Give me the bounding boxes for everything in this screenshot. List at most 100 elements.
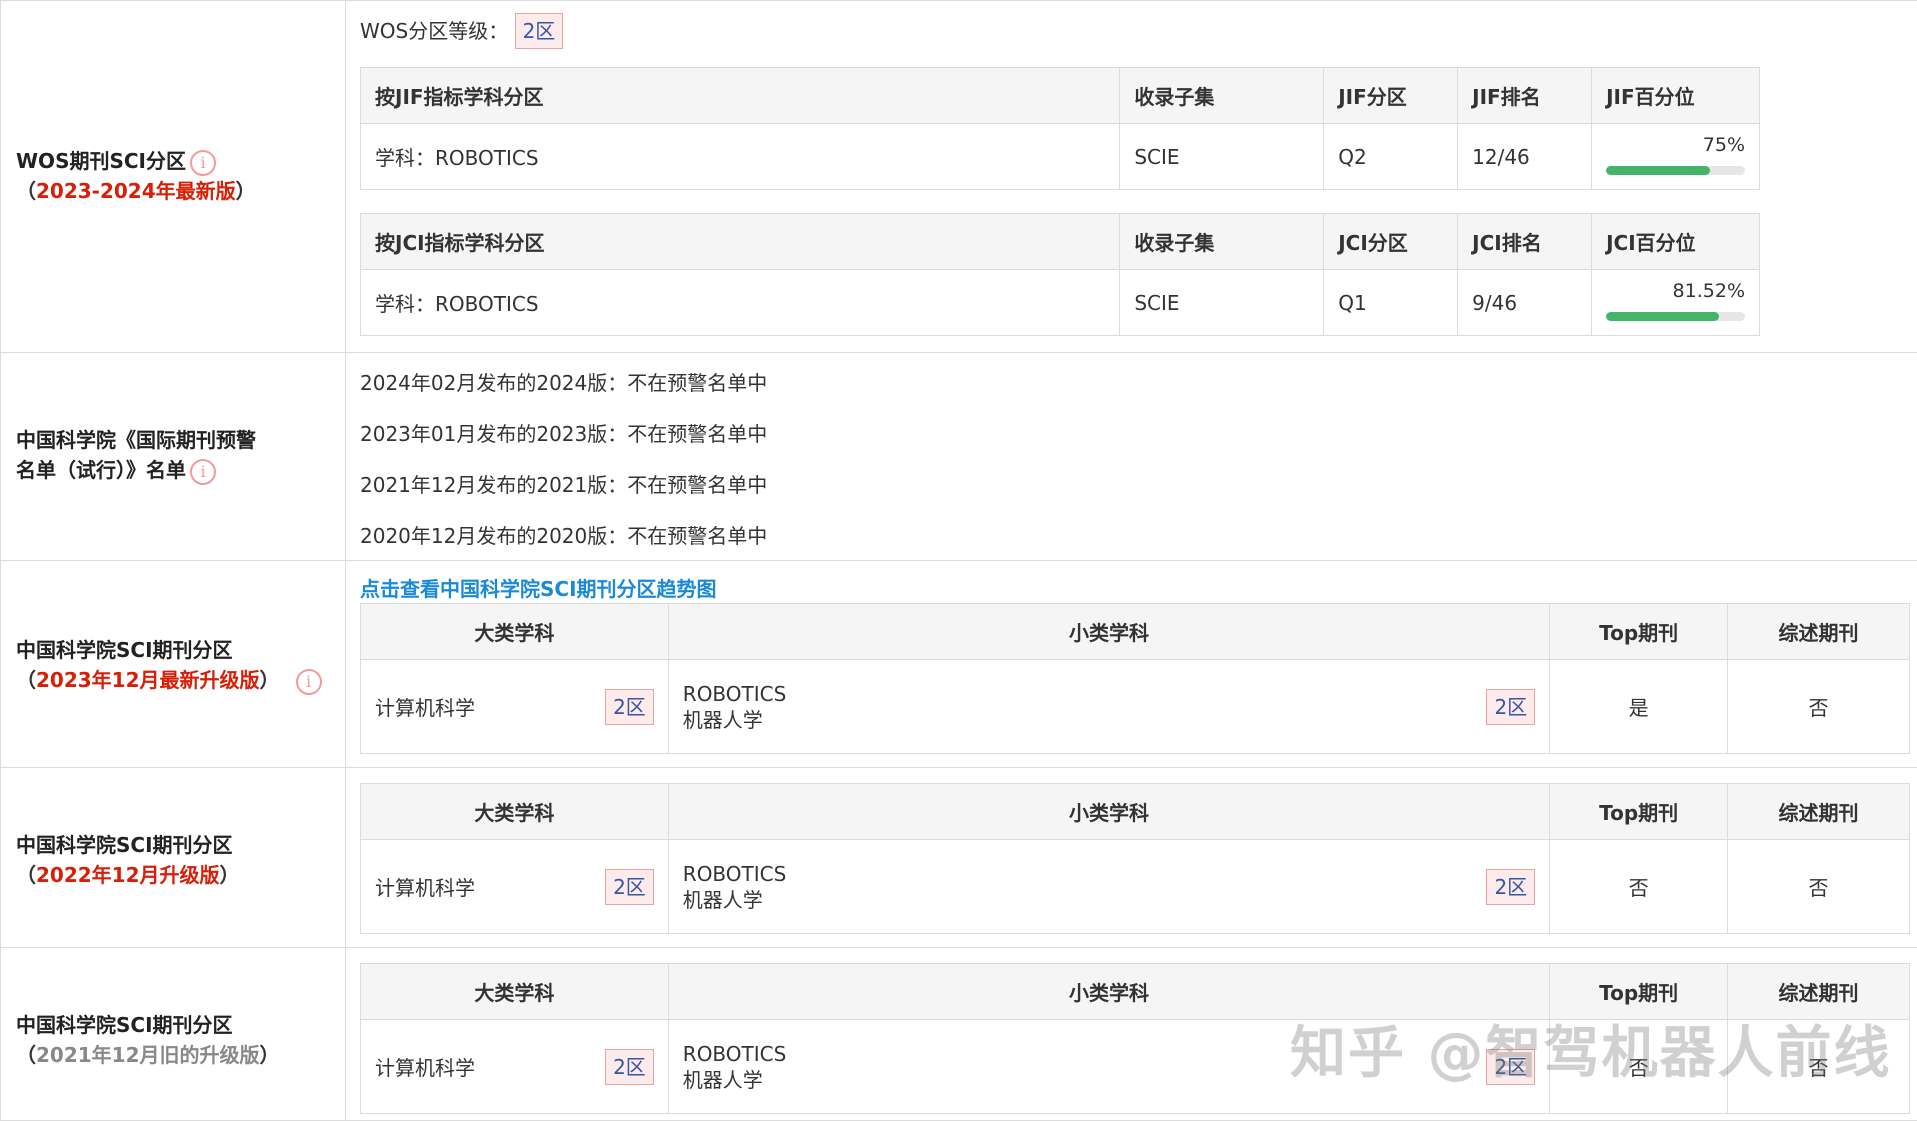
cas-2021-table: 大类学科 小类学科 Top期刊 综述期刊 计算机科学 2区 ROBOTICS 机器人… <box>360 963 1910 1114</box>
review-value: 否 <box>1727 1019 1910 1114</box>
header-top: Top期刊 <box>1549 963 1729 1020</box>
jci-percentile-bar <box>1606 312 1745 321</box>
header-review: 综述期刊 <box>1727 963 1910 1020</box>
major-subject: 计算机科学 <box>375 876 475 900</box>
warning-content: 2024年02月发布的2024版：不在预警名单中 2023年01月发布的2023… <box>360 353 1917 560</box>
cas-2022-label: 中国科学院SCI期刊分区 （2022年12月升级版） <box>16 833 240 887</box>
jci-percentile-value: 81.52% <box>1672 280 1745 302</box>
jci-subset: SCIE <box>1119 269 1325 336</box>
jif-quartile: Q2 <box>1323 123 1459 190</box>
jif-percentile-value: 75% <box>1702 134 1745 156</box>
wos-content: WOS分区等级： 2区 按JIF指标学科分区 收录子集 JIF分区 JIF排名 … <box>359 1 1917 352</box>
minor-zone-badge: 2区 <box>1486 868 1536 905</box>
cas-2022-version: 2022年12月升级版 <box>36 863 220 887</box>
minor-subject-en: ROBOTICS <box>682 861 787 886</box>
jif-header-quartile: JIF分区 <box>1323 67 1459 124</box>
header-minor: 小类学科 <box>667 963 1551 1020</box>
cas-2021-label-text: 中国科学院SCI期刊分区 <box>16 1013 233 1037</box>
jci-table: 按JCI指标学科分区 收录子集 JCI分区 JCI排名 JCI百分位 学科：RO… <box>359 213 1760 336</box>
cas-2023-content: 点击查看中国科学院SCI期刊分区趋势图 大类学科 小类学科 Top期刊 综述期刊… <box>360 561 1917 767</box>
warning-row: 中国科学院《国际期刊预警 名单（试行）》名单 i 2024年02月发布的2024版… <box>0 352 1917 560</box>
major-cell: 计算机科学 2区 <box>360 1019 669 1114</box>
jif-percentile-cell: 75% <box>1591 123 1760 190</box>
header-review: 综述期刊 <box>1727 603 1910 660</box>
major-subject: 计算机科学 <box>375 696 475 720</box>
header-minor: 小类学科 <box>667 783 1551 840</box>
minor-cell: ROBOTICS 机器人学 2区 <box>667 659 1551 754</box>
major-zone-badge: 2区 <box>605 868 654 905</box>
cas-2023-version: 2023年12月最新升级版 <box>36 668 260 692</box>
cas-trend-link[interactable]: 点击查看中国科学院SCI期刊分区趋势图 <box>360 573 717 602</box>
warning-item: 2020年12月发布的2020版：不在预警名单中 <box>360 524 768 548</box>
cas-2021-version: 2021年12月旧的升级版 <box>36 1043 260 1067</box>
header-review: 综述期刊 <box>1727 783 1910 840</box>
header-major: 大类学科 <box>360 963 669 1020</box>
jif-table: 按JIF指标学科分区 收录子集 JIF分区 JIF排名 JIF百分位 学科：RO… <box>359 67 1760 190</box>
warning-label-line2: 名单（试行）》名单 <box>16 458 186 482</box>
warning-label: 中国科学院《国际期刊预警 名单（试行）》名单 i <box>16 425 256 485</box>
wos-grade: WOS分区等级： 2区 <box>360 13 564 49</box>
jif-subset: SCIE <box>1119 123 1325 190</box>
header-top: Top期刊 <box>1549 603 1729 660</box>
cas-2022-row: 中国科学院SCI期刊分区 （2022年12月升级版） 大类学科 小类学科 Top… <box>0 767 1917 947</box>
wos-grade-label: WOS分区等级： <box>360 19 509 43</box>
cas-2022-label-cell: 中国科学院SCI期刊分区 （2022年12月升级版） <box>0 768 346 947</box>
header-top: Top期刊 <box>1549 783 1729 840</box>
minor-subject-en: ROBOTICS <box>682 681 787 706</box>
warning-item: 2023年01月发布的2023版：不在预警名单中 <box>360 422 768 446</box>
minor-zone-badge: 2区 <box>1486 688 1536 725</box>
jci-subject: 学科：ROBOTICS <box>359 269 1121 336</box>
warning-label-cell: 中国科学院《国际期刊预警 名单（试行）》名单 i <box>0 353 346 560</box>
cas-2023-row: 中国科学院SCI期刊分区 （2023年12月最新升级版） i 点击查看中国科学院S… <box>0 560 1917 767</box>
top-value: 否 <box>1549 839 1729 934</box>
jci-header-subject: 按JCI指标学科分区 <box>359 213 1121 270</box>
header-major: 大类学科 <box>360 603 669 660</box>
wos-label-text: WOS期刊SCI分区 <box>16 149 186 173</box>
jci-header-subset: 收录子集 <box>1119 213 1325 270</box>
top-value: 否 <box>1549 1019 1729 1114</box>
info-icon[interactable]: i <box>295 668 322 695</box>
cas-2023-label-cell: 中国科学院SCI期刊分区 （2023年12月最新升级版） i <box>0 561 346 767</box>
cas-2023-label: 中国科学院SCI期刊分区 （2023年12月最新升级版） i <box>16 635 322 695</box>
jif-header-subset: 收录子集 <box>1119 67 1325 124</box>
wos-grade-badge: 2区 <box>514 13 564 49</box>
minor-cell: ROBOTICS 机器人学 2区 <box>667 1019 1551 1114</box>
info-icon[interactable]: i <box>190 149 216 176</box>
wos-version: 2023-2024年最新版 <box>36 179 236 203</box>
review-value: 否 <box>1727 659 1910 754</box>
header-major: 大类学科 <box>360 783 669 840</box>
jci-percentile-cell: 81.52% <box>1591 269 1760 336</box>
jci-quartile: Q1 <box>1323 269 1459 336</box>
warning-item: 2021年12月发布的2021版：不在预警名单中 <box>360 473 768 497</box>
jif-percentile-fill <box>1606 166 1711 175</box>
top-value: 是 <box>1549 659 1729 754</box>
jci-header-rank: JCI排名 <box>1457 213 1593 270</box>
jif-header-subject: 按JIF指标学科分区 <box>359 67 1121 124</box>
jif-percentile-bar <box>1606 166 1745 175</box>
wos-label-cell: WOS期刊SCI分区 i （2023-2024年最新版） <box>0 1 346 352</box>
minor-cell: ROBOTICS 机器人学 2区 <box>667 839 1551 934</box>
cas-2021-label: 中国科学院SCI期刊分区 （2021年12月旧的升级版） <box>16 1013 280 1067</box>
jci-header-percentile: JCI百分位 <box>1591 213 1760 270</box>
cas-2022-content: 大类学科 小类学科 Top期刊 综述期刊 计算机科学 2区 ROBOTICS 机器人… <box>360 768 1917 947</box>
cas-2023-label-text: 中国科学院SCI期刊分区 <box>16 638 233 662</box>
review-value: 否 <box>1727 839 1910 934</box>
cas-2022-label-text: 中国科学院SCI期刊分区 <box>16 833 233 857</box>
jci-percentile-fill <box>1606 312 1720 321</box>
warning-label-line1: 中国科学院《国际期刊预警 <box>16 428 256 452</box>
minor-subject-en: ROBOTICS <box>682 1041 787 1066</box>
cas-2023-table: 大类学科 小类学科 Top期刊 综述期刊 计算机科学 2区 ROBOTICS 机器人… <box>360 603 1910 754</box>
cas-2022-table: 大类学科 小类学科 Top期刊 综述期刊 计算机科学 2区 ROBOTICS 机器人… <box>360 783 1910 934</box>
jif-header-percentile: JIF百分位 <box>1591 67 1760 124</box>
major-cell: 计算机科学 2区 <box>360 659 669 754</box>
major-subject: 计算机科学 <box>375 1056 475 1080</box>
cas-2021-label-cell: 中国科学院SCI期刊分区 （2021年12月旧的升级版） <box>0 948 346 1120</box>
major-zone-badge: 2区 <box>605 1048 654 1085</box>
info-icon[interactable]: i <box>190 458 216 485</box>
cas-2021-content: 大类学科 小类学科 Top期刊 综述期刊 计算机科学 2区 ROBOTICS 机器人… <box>360 948 1917 1120</box>
wos-row: WOS期刊SCI分区 i （2023-2024年最新版） WOS分区等级： 2区 … <box>0 0 1917 352</box>
jif-subject: 学科：ROBOTICS <box>359 123 1121 190</box>
jif-rank: 12/46 <box>1457 123 1593 190</box>
jci-header-quartile: JCI分区 <box>1323 213 1459 270</box>
jif-header-rank: JIF排名 <box>1457 67 1593 124</box>
